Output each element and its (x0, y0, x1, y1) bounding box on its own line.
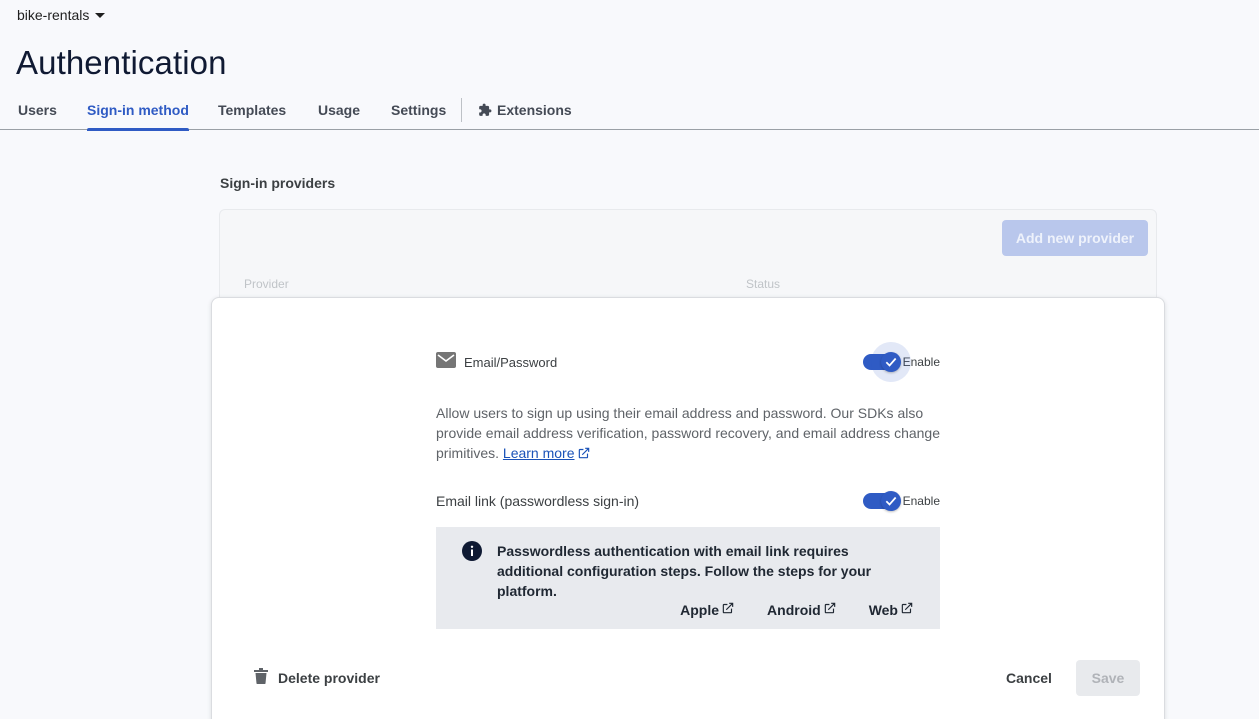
web-link-label: Web (868, 601, 898, 618)
providers-card: Add new provider Provider Status (219, 209, 1157, 309)
puzzle-icon (478, 103, 492, 120)
email-link-toggle[interactable] (862, 491, 901, 511)
email-link-enable-label: Enable (902, 494, 940, 508)
email-password-toggle-group: Enable (862, 342, 940, 382)
info-icon (462, 541, 482, 561)
external-link-icon (577, 445, 591, 465)
learn-more-link[interactable]: Learn more (503, 445, 575, 461)
info-text: Passwordless authentication with email l… (497, 543, 872, 599)
page-title: Authentication (16, 44, 227, 81)
platform-links: Apple Android Web (680, 601, 914, 618)
external-link-icon (900, 601, 914, 618)
column-header-status: Status (746, 277, 781, 291)
learn-more-label: Learn more (502, 445, 575, 461)
check-icon (880, 352, 901, 372)
tab-sign-in-method[interactable]: Sign-in method (87, 102, 189, 131)
tab-usage[interactable]: Usage (318, 102, 360, 130)
android-link-label: Android (767, 601, 821, 618)
tab-templates[interactable]: Templates (218, 102, 286, 130)
project-name: bike-rentals (17, 7, 90, 23)
trash-icon (254, 668, 268, 687)
envelope-icon (436, 351, 456, 373)
caret-down-icon (95, 13, 106, 18)
email-password-toggle[interactable] (862, 342, 911, 382)
external-link-icon (721, 601, 735, 618)
email-link-toggle-group: Enable (862, 491, 940, 511)
email-link-row: Email link (passwordless sign-in) Enable (436, 491, 940, 511)
tab-users[interactable]: Users (18, 102, 57, 130)
info-box: Passwordless authentication with email l… (436, 527, 940, 629)
android-link[interactable]: Android (767, 601, 837, 618)
tab-extensions-label: Extensions (497, 102, 572, 118)
column-header-provider: Provider (244, 277, 289, 291)
apple-link-label: Apple (680, 601, 720, 618)
tab-settings[interactable]: Settings (391, 102, 446, 130)
tab-bar: Users Sign-in method Templates Usage Set… (0, 96, 1259, 131)
save-button[interactable]: Save (1076, 660, 1140, 696)
apple-link[interactable]: Apple (680, 601, 735, 618)
provider-name: Email/Password (464, 354, 558, 370)
add-new-provider-button[interactable]: Add new provider (1002, 220, 1148, 256)
external-link-icon (823, 601, 837, 618)
delete-provider-button[interactable]: Delete provider (254, 668, 380, 687)
web-link[interactable]: Web (869, 601, 914, 618)
tab-divider (461, 98, 462, 122)
check-icon (880, 491, 901, 511)
cancel-button[interactable]: Cancel (1006, 670, 1052, 686)
provider-config-panel: Email/Password Enable Allow users to sig… (211, 297, 1165, 719)
project-selector[interactable]: bike-rentals (17, 7, 106, 23)
tab-extensions[interactable]: Extensions (478, 102, 572, 130)
provider-description: Allow users to sign up using their email… (436, 403, 942, 465)
email-password-row: Email/Password Enable (436, 342, 940, 382)
section-label: Sign-in providers (220, 175, 336, 191)
email-link-label: Email link (passwordless sign-in) (436, 493, 640, 509)
delete-provider-label: Delete provider (278, 669, 380, 686)
